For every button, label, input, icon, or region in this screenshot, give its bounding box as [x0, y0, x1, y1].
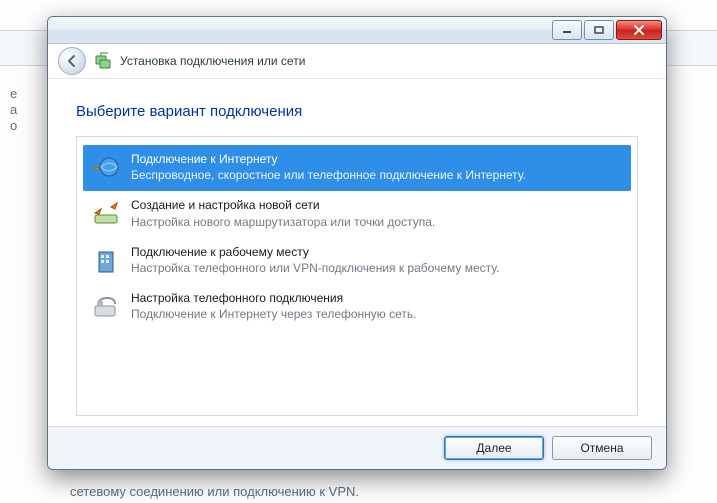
wizard-icon: [94, 52, 112, 70]
globe-icon: [91, 153, 121, 183]
option-desc: Настройка телефонного или VPN-подключени…: [131, 260, 499, 276]
router-icon: [91, 199, 121, 229]
option-desc: Беспроводное, скоростное или телефонное …: [131, 167, 526, 183]
minimize-button[interactable]: [552, 20, 582, 40]
back-button[interactable]: [58, 47, 86, 75]
dialog-body: Выберите вариант подключения Подключение…: [48, 79, 666, 426]
option-internet[interactable]: Подключение к Интернету Беспроводное, ск…: [83, 145, 631, 191]
option-title: Подключение к Интернету: [131, 151, 526, 167]
next-button[interactable]: Далее: [444, 436, 544, 460]
maximize-button[interactable]: [584, 20, 614, 40]
titlebar: [48, 17, 666, 44]
bg-text: сетевому соединению или подключению к VP…: [70, 484, 359, 499]
option-dialup[interactable]: Настройка телефонного подключения Подклю…: [83, 284, 631, 330]
next-button-label: Далее: [476, 441, 511, 455]
options-list: Подключение к Интернету Беспроводное, ск…: [76, 136, 638, 416]
cancel-button[interactable]: Отмена: [552, 436, 652, 460]
phone-modem-icon: [91, 292, 121, 322]
option-title: Подключение к рабочему месту: [131, 244, 499, 260]
bg-text: о: [10, 118, 17, 133]
option-new-network[interactable]: Создание и настройка новой сети Настройк…: [83, 191, 631, 237]
option-workplace[interactable]: Подключение к рабочему месту Настройка т…: [83, 238, 631, 284]
instruction-text: Выберите вариант подключения: [76, 103, 638, 120]
bg-text: а: [10, 102, 17, 117]
bg-text: е: [10, 86, 17, 101]
header-title: Установка подключения или сети: [120, 54, 305, 68]
dialog-footer: Далее Отмена: [48, 426, 666, 469]
wizard-dialog: Установка подключения или сети Выберите …: [47, 16, 667, 470]
building-icon: [91, 246, 121, 276]
close-button[interactable]: [616, 20, 662, 40]
option-title: Создание и настройка новой сети: [131, 197, 435, 213]
header-bar: Установка подключения или сети: [48, 44, 666, 79]
option-title: Настройка телефонного подключения: [131, 290, 417, 306]
option-desc: Настройка нового маршрутизатора или точк…: [131, 214, 435, 230]
cancel-button-label: Отмена: [580, 441, 623, 455]
option-desc: Подключение к Интернету через телефонную…: [131, 306, 417, 322]
